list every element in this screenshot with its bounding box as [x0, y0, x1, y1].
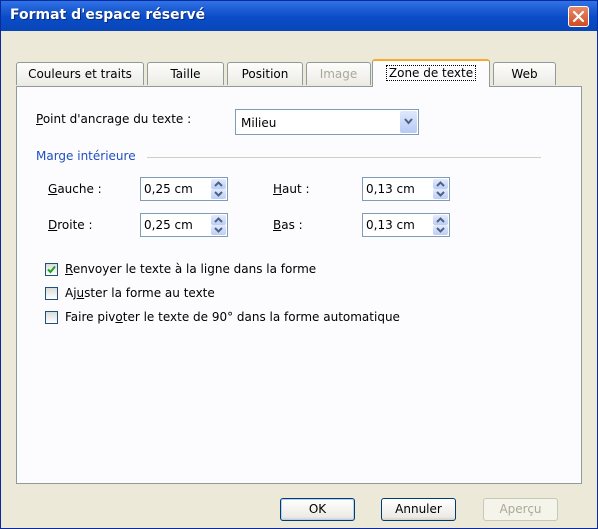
spin-down-button[interactable] — [211, 225, 226, 235]
left-margin-input[interactable]: 0,25 cm — [140, 177, 228, 201]
title-bar[interactable]: Format d'espace réservé — [1, 1, 597, 31]
chevron-down-icon — [214, 227, 223, 233]
spin-up-button[interactable] — [211, 215, 226, 225]
fit-shape-label[interactable]: Ajuster la forme au texte — [65, 286, 215, 300]
bottom-margin-value: 0,13 cm — [366, 218, 415, 232]
tab-position[interactable]: Position — [227, 62, 303, 85]
rotate-text-label[interactable]: Faire pivoter le texte de 90° dans la fo… — [65, 310, 400, 324]
bottom-margin-label: Bas : — [273, 218, 303, 232]
tab-label: Couleurs et traits — [28, 67, 132, 81]
close-icon — [572, 10, 585, 23]
spin-up-button[interactable] — [433, 179, 448, 189]
tab-couleurs-et-traits[interactable]: Couleurs et traits — [16, 62, 144, 85]
tab-label: Web — [511, 67, 538, 81]
spin-down-button[interactable] — [433, 225, 448, 235]
anchor-label: Point d'ancrage du texte : — [36, 112, 192, 126]
tab-zone-de-texte[interactable]: Zone de texte — [372, 59, 490, 87]
left-margin-value: 0,25 cm — [144, 182, 193, 196]
wrap-text-checkbox[interactable] — [45, 263, 58, 276]
anchor-select[interactable]: Milieu — [235, 109, 419, 135]
preview-button: Aperçu — [483, 498, 558, 521]
chevron-up-icon — [436, 181, 445, 187]
group-title-marge: Marge intérieure — [36, 149, 136, 163]
close-button[interactable] — [568, 6, 589, 27]
chevron-down-icon — [436, 227, 445, 233]
top-margin-input[interactable]: 0,13 cm — [362, 177, 450, 201]
dialog-window: Format d'espace réservé Couleurs et trai… — [0, 0, 598, 529]
fit-shape-checkbox[interactable] — [45, 287, 58, 300]
spin-up-button[interactable] — [433, 215, 448, 225]
chevron-down-icon — [404, 118, 413, 125]
right-margin-label: Droite : — [48, 218, 93, 232]
tab-web[interactable]: Web — [493, 62, 556, 85]
tab-panel: Point d'ancrage du texte : Milieu Marge … — [16, 86, 582, 484]
group-divider — [147, 157, 541, 158]
top-margin-value: 0,13 cm — [366, 182, 415, 196]
wrap-text-label[interactable]: Renvoyer le texte à la ligne dans la for… — [65, 262, 316, 276]
top-margin-label: Haut : — [273, 182, 310, 196]
spin-down-button[interactable] — [211, 189, 226, 199]
window-title: Format d'espace réservé — [10, 7, 206, 23]
right-margin-value: 0,25 cm — [144, 218, 193, 232]
right-margin-input[interactable]: 0,25 cm — [140, 213, 228, 237]
anchor-value: Milieu — [241, 116, 277, 130]
chevron-up-icon — [436, 217, 445, 223]
dropdown-button[interactable] — [400, 111, 417, 133]
bottom-margin-input[interactable]: 0,13 cm — [362, 213, 450, 237]
chevron-up-icon — [214, 181, 223, 187]
checkmark-icon — [47, 265, 56, 274]
tab-strip: Couleurs et traits Taille Position Image… — [16, 59, 568, 87]
tab-label: Image — [319, 67, 358, 81]
spin-up-button[interactable] — [211, 179, 226, 189]
tab-image: Image — [306, 62, 371, 85]
tab-label: Position — [241, 67, 289, 81]
tab-label: Zone de texte — [385, 65, 477, 81]
tab-label: Taille — [170, 67, 201, 81]
spin-down-button[interactable] — [433, 189, 448, 199]
chevron-down-icon — [436, 191, 445, 197]
tab-taille[interactable]: Taille — [147, 62, 224, 85]
cancel-button[interactable]: Annuler — [381, 498, 456, 521]
ok-button[interactable]: OK — [280, 498, 355, 521]
chevron-down-icon — [214, 191, 223, 197]
chevron-up-icon — [214, 217, 223, 223]
left-margin-label: Gauche : — [48, 182, 102, 196]
rotate-text-checkbox[interactable] — [45, 311, 58, 324]
